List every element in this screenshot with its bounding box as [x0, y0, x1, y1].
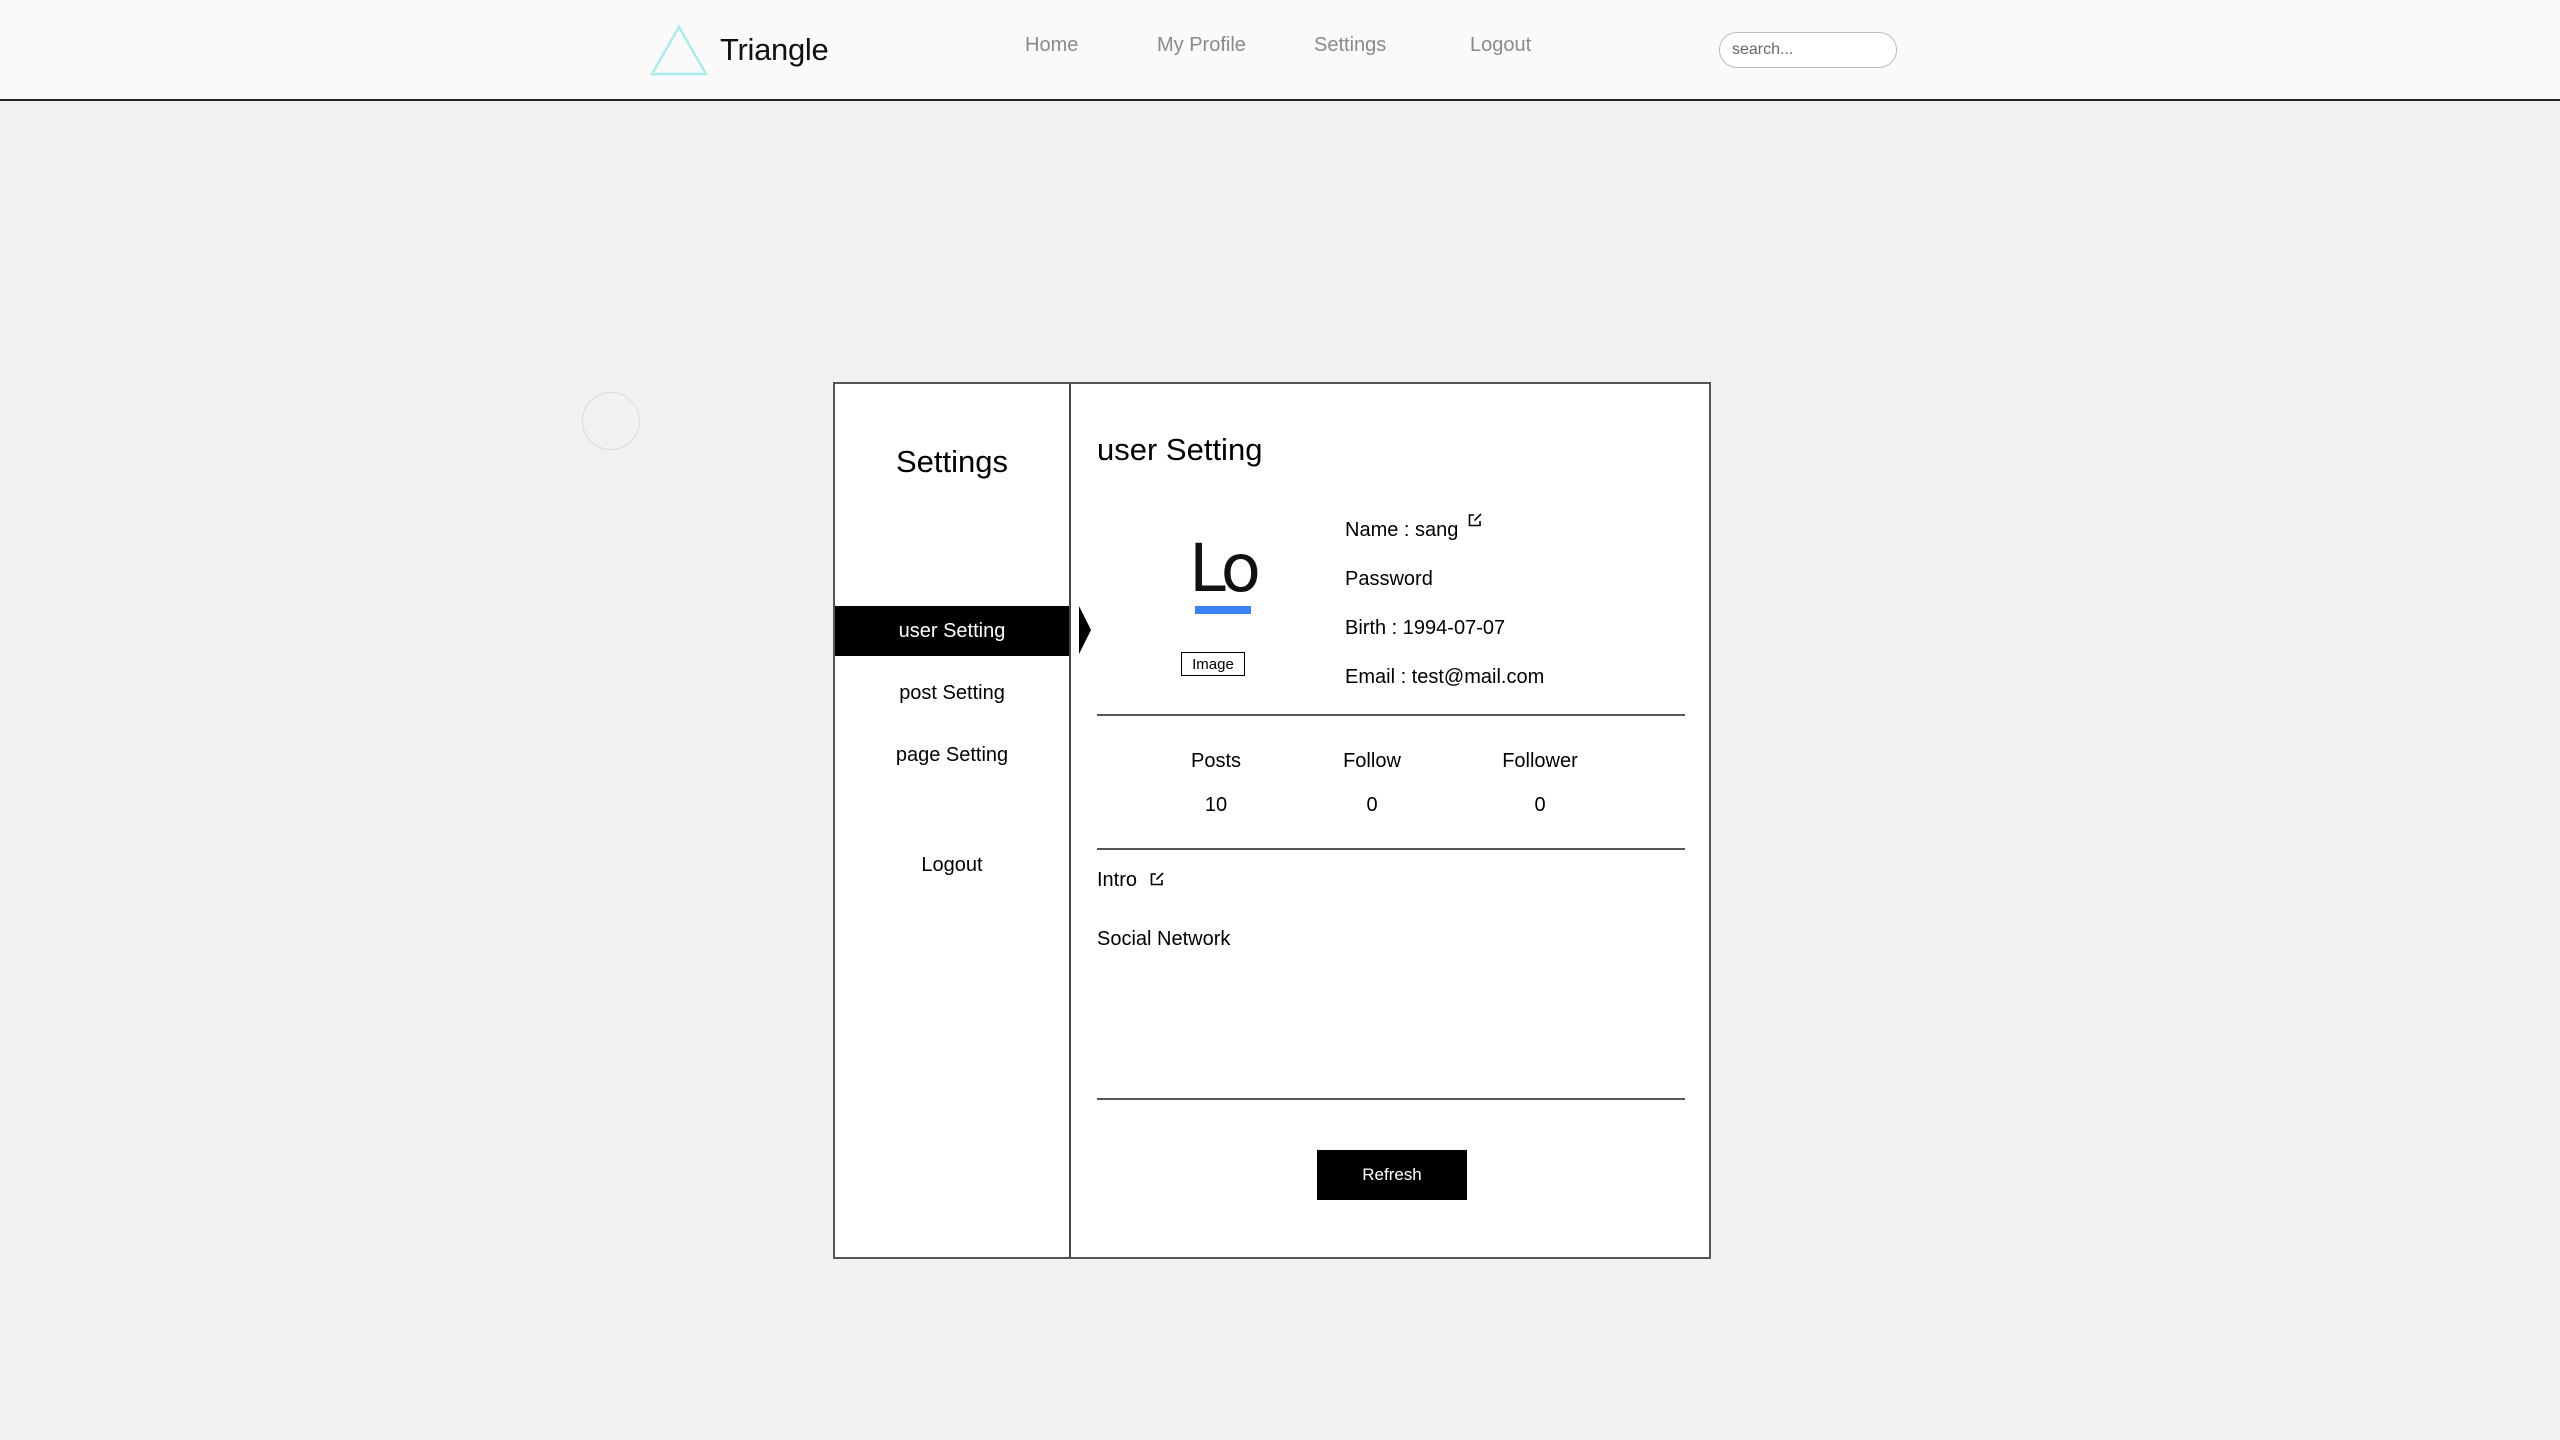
password-field[interactable]: Password	[1345, 569, 1433, 589]
top-navigation-bar: Triangle Home My Profile Settings Logout	[0, 0, 2560, 101]
sidebar-item-post-setting[interactable]: post Setting	[835, 668, 1069, 718]
user-name: Name : sang	[1345, 519, 1459, 541]
edit-name-icon[interactable]	[1467, 512, 1483, 528]
section-title: user Setting	[1097, 432, 1263, 467]
posts-label: Posts	[1190, 750, 1242, 772]
nav-settings-link[interactable]: Settings	[1314, 35, 1386, 55]
user-email: Email : test@mail.com	[1345, 666, 1545, 688]
brand-name: Triangle	[720, 32, 829, 67]
follow-label: Follow	[1343, 750, 1401, 772]
settings-panel: Settings user Setting post Setting page …	[833, 382, 1711, 1259]
divider	[1097, 848, 1685, 850]
sidebar-title: Settings	[895, 444, 1008, 479]
social-network-label: Social Network	[1097, 928, 1231, 950]
change-image-button[interactable]: Image	[1181, 652, 1245, 676]
follow-count: 0	[1366, 794, 1378, 816]
nav-my-profile-link[interactable]: My Profile	[1157, 35, 1246, 55]
sidebar-logout-button[interactable]: Logout	[835, 840, 1069, 890]
user-birth: Birth : 1994-07-07	[1345, 617, 1506, 639]
edit-intro-icon[interactable]	[1149, 871, 1165, 887]
search-input[interactable]	[1719, 32, 1897, 68]
divider	[1097, 1098, 1685, 1100]
intro-label: Intro	[1097, 869, 1138, 891]
nav-home-link[interactable]: Home	[1025, 35, 1078, 55]
avatar-underline	[1195, 606, 1251, 614]
nav-logout-link[interactable]: Logout	[1470, 35, 1531, 55]
avatar: Lo	[1189, 530, 1261, 607]
settings-sidebar: Settings user Setting post Setting page …	[835, 384, 1071, 1257]
sidebar-item-user-setting[interactable]: user Setting	[835, 606, 1069, 656]
follower-count: 0	[1534, 794, 1546, 816]
sidebar-item-label: post Setting	[899, 681, 1005, 704]
refresh-button[interactable]: Refresh	[1317, 1150, 1467, 1200]
sidebar-item-page-setting[interactable]: page Setting	[835, 730, 1069, 780]
sidebar-item-label: page Setting	[895, 743, 1009, 766]
user-setting-content: user Setting Lo Image Name : sang Passwo…	[1071, 384, 1709, 1257]
sidebar-item-label: user Setting	[898, 619, 1006, 642]
triangle-logo-icon	[649, 24, 709, 76]
posts-count: 10	[1204, 794, 1228, 816]
brand[interactable]: Triangle	[649, 24, 829, 76]
follower-label: Follower	[1502, 750, 1578, 772]
decorative-circle	[582, 392, 640, 450]
divider	[1097, 714, 1685, 716]
sidebar-logout-label: Logout	[921, 853, 983, 876]
